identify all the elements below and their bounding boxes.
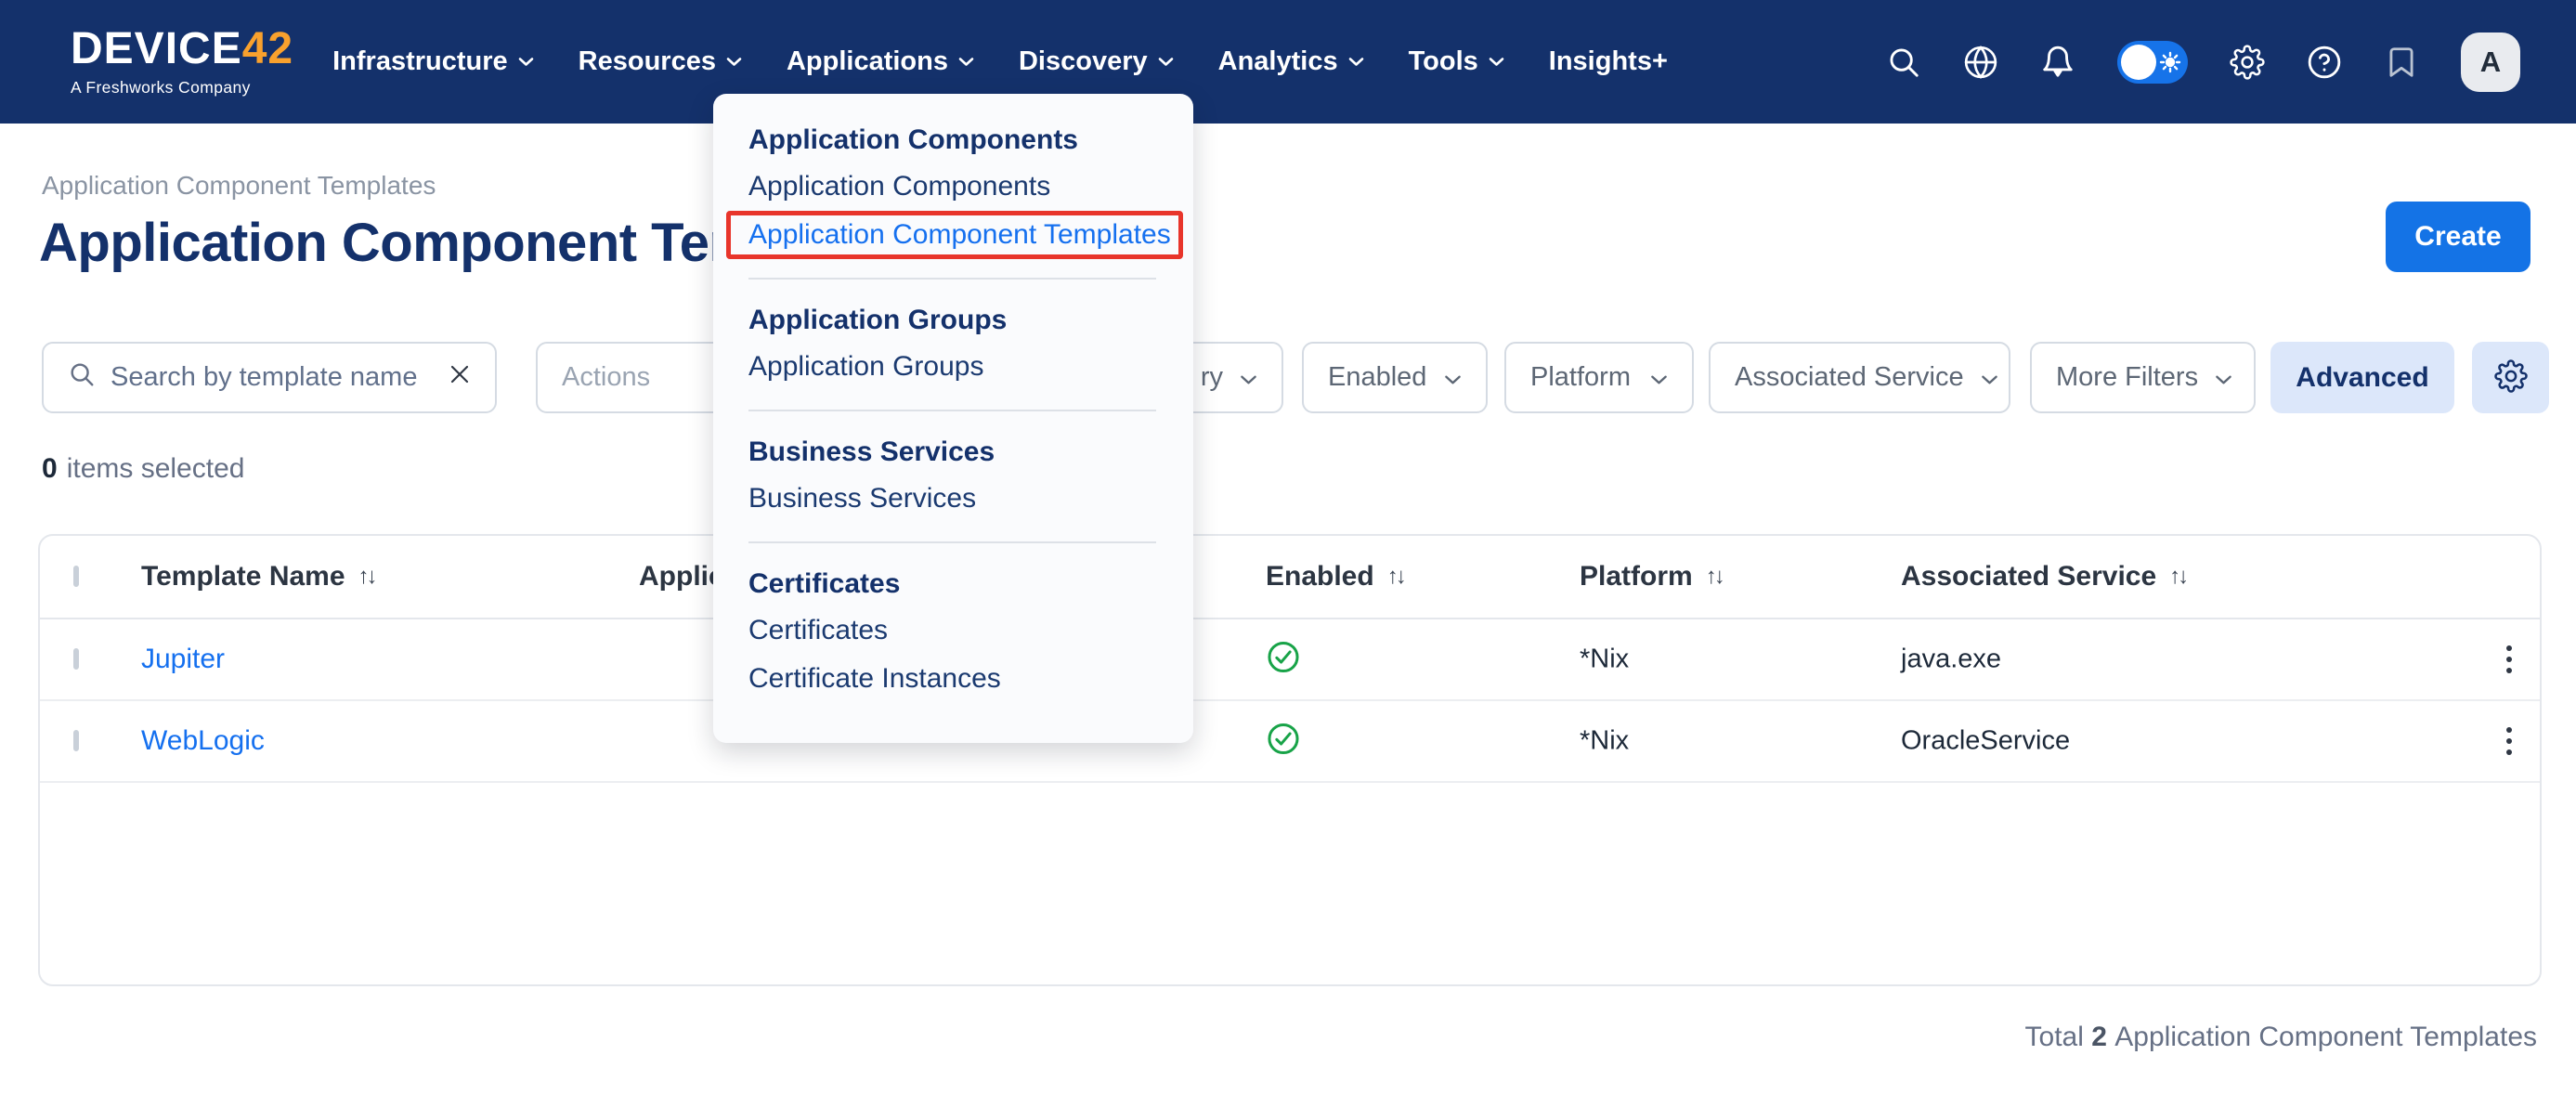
sort-icon[interactable]: ↑↓: [2169, 564, 2186, 590]
column-header-template-name[interactable]: Template Name↑↓: [141, 561, 375, 593]
platform-value: *Nix: [1580, 645, 1629, 675]
theme-toggle[interactable]: [2117, 41, 2188, 84]
table-header-row: Template Name↑↓ Applica Enabled↑↓ Platfo…: [40, 536, 2540, 619]
nav-insights[interactable]: Insights+: [1549, 46, 1668, 77]
user-avatar[interactable]: A: [2461, 33, 2520, 92]
nav-applications[interactable]: Applications: [787, 46, 974, 77]
applications-dropdown-menu: Application Components Application Compo…: [713, 94, 1193, 743]
enabled-filter-dropdown[interactable]: Enabled: [1302, 342, 1488, 413]
sort-icon[interactable]: ↑↓: [1387, 564, 1404, 590]
logo-tagline: A Freshworks Company: [71, 78, 293, 98]
topbar: DEVICE42 A Freshworks Company Infrastruc…: [0, 0, 2576, 124]
main-nav: Infrastructure Resources Applications Di…: [332, 46, 1668, 77]
chevron-down-icon: [1650, 362, 1668, 393]
breadcrumb[interactable]: Application Component Templates: [42, 171, 436, 201]
enabled-check-icon: [1266, 722, 1301, 762]
column-header-platform[interactable]: Platform↑↓: [1580, 561, 1723, 593]
chevron-down-icon: [726, 57, 742, 67]
nav-discovery[interactable]: Discovery: [1019, 46, 1174, 77]
topbar-actions: A: [1886, 33, 2520, 92]
menu-item-application-groups[interactable]: Application Groups: [748, 343, 1193, 391]
associated-service-value: OracleService: [1901, 726, 2070, 757]
nav-tools[interactable]: Tools: [1409, 46, 1504, 77]
row-checkbox[interactable]: [73, 648, 79, 670]
template-link[interactable]: Jupiter: [141, 644, 225, 675]
help-icon[interactable]: [2307, 45, 2342, 80]
search-icon[interactable]: [1886, 45, 1921, 80]
associated-service-filter-dropdown[interactable]: Associated Service: [1709, 342, 2010, 413]
associated-service-value: java.exe: [1901, 645, 2001, 675]
bookmark-icon[interactable]: [2384, 45, 2419, 80]
table-settings-button[interactable]: [2472, 342, 2549, 413]
template-link[interactable]: WebLogic: [141, 725, 265, 757]
sort-icon[interactable]: ↑↓: [1706, 564, 1723, 590]
chevron-down-icon: [518, 57, 534, 67]
chevron-down-icon: [1240, 362, 1257, 393]
chevron-down-icon: [2215, 362, 2232, 393]
chevron-down-icon: [1981, 362, 1998, 393]
toggle-knob-icon: [2121, 45, 2156, 80]
logo-wordmark: DEVICE42: [71, 27, 293, 72]
create-button[interactable]: Create: [2386, 202, 2530, 272]
search-icon: [68, 360, 96, 396]
menu-item-certificates[interactable]: Certificates: [748, 606, 1193, 655]
templates-table: Template Name↑↓ Applica Enabled↑↓ Platfo…: [38, 534, 2542, 986]
gear-icon: [2494, 359, 2528, 396]
sort-icon[interactable]: ↑↓: [358, 564, 375, 590]
clear-search-icon[interactable]: [449, 362, 471, 393]
menu-section-header: Application Groups: [748, 298, 1193, 343]
nav-infrastructure[interactable]: Infrastructure: [332, 46, 534, 77]
search-input[interactable]: [111, 362, 434, 393]
menu-item-application-component-templates[interactable]: Application Component Templates: [748, 211, 1193, 259]
menu-item-certificate-instances[interactable]: Certificate Instances: [748, 655, 1193, 703]
logo-device-text: DEVICE: [71, 24, 242, 73]
enabled-check-icon: [1266, 640, 1301, 680]
chevron-down-icon: [958, 57, 974, 67]
row-kebab-menu[interactable]: [2501, 722, 2517, 761]
menu-section-header: Application Components: [748, 118, 1193, 163]
chevron-down-icon: [1489, 57, 1504, 67]
selection-count: 0items selected: [42, 453, 244, 485]
column-header-enabled[interactable]: Enabled↑↓: [1266, 561, 1404, 593]
menu-section-header: Certificates: [748, 562, 1193, 606]
notifications-bell-icon[interactable]: [2040, 45, 2075, 80]
chevron-down-icon: [1444, 362, 1462, 393]
template-search-field[interactable]: [42, 342, 497, 413]
selection-count-number: 0: [42, 453, 58, 484]
total-count: Total 2 Application Component Templates: [2025, 1022, 2537, 1053]
menu-divider: [748, 278, 1156, 280]
menu-divider: [748, 541, 1156, 543]
row-checkbox[interactable]: [73, 730, 79, 751]
menu-divider: [748, 410, 1156, 411]
row-kebab-menu[interactable]: [2501, 640, 2517, 679]
device42-logo[interactable]: DEVICE42 A Freshworks Company: [71, 27, 293, 98]
advanced-button[interactable]: Advanced: [2270, 342, 2454, 413]
avatar-letter: A: [2480, 46, 2501, 79]
menu-section-header: Business Services: [748, 430, 1193, 475]
table-row: WebLogic *Nix OracleService: [40, 701, 2540, 783]
logo-42-text: 42: [242, 24, 293, 73]
table-row: Jupiter *Nix java.exe: [40, 619, 2540, 701]
more-filters-dropdown[interactable]: More Filters: [2030, 342, 2256, 413]
column-header-associated-service[interactable]: Associated Service↑↓: [1901, 561, 2186, 593]
total-count-number: 2: [2091, 1022, 2107, 1052]
menu-item-business-services[interactable]: Business Services: [748, 475, 1193, 523]
settings-gear-icon[interactable]: [2230, 45, 2265, 80]
nav-analytics[interactable]: Analytics: [1218, 46, 1364, 77]
chevron-down-icon: [1158, 57, 1174, 67]
platform-filter-dropdown[interactable]: Platform: [1504, 342, 1694, 413]
chevron-down-icon: [1348, 57, 1364, 67]
platform-value: *Nix: [1580, 726, 1629, 757]
nav-resources[interactable]: Resources: [579, 46, 742, 77]
select-all-checkbox[interactable]: [73, 566, 79, 587]
menu-item-application-components[interactable]: Application Components: [748, 163, 1193, 211]
globe-icon[interactable]: [1963, 45, 1998, 80]
sun-icon: [2159, 51, 2181, 78]
